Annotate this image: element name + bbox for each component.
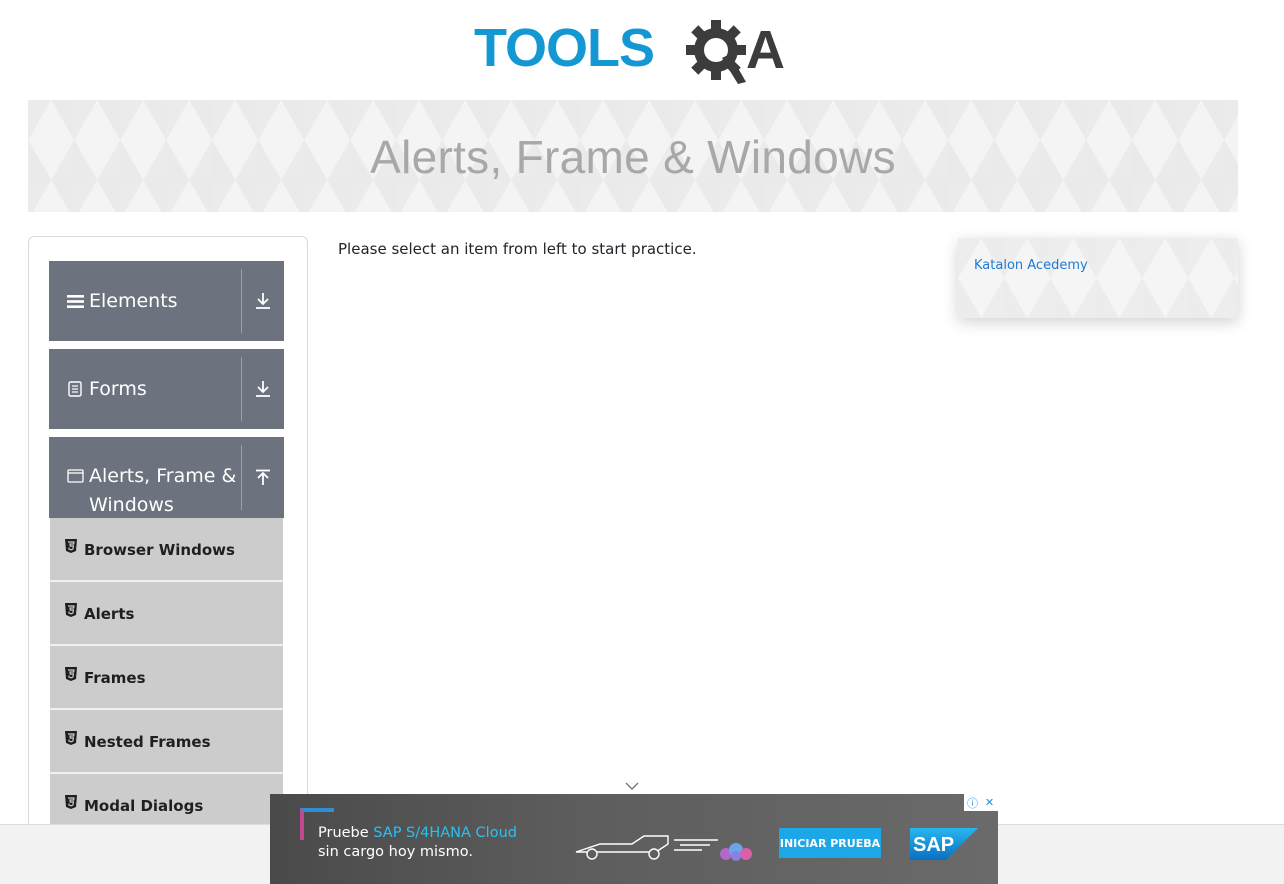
sidebar-group-label: Forms: [89, 377, 147, 400]
chevron-down-icon[interactable]: [624, 780, 640, 792]
html5-icon: [65, 539, 77, 553]
sidebar-item-label: Alerts: [84, 605, 135, 623]
toolsqa-logo[interactable]: TOOLS A: [474, 14, 798, 94]
upload-arrow-icon[interactable]: [242, 437, 284, 518]
sidebar-item-label: Frames: [84, 669, 146, 687]
sidebar-item-label: Modal Dialogs: [84, 797, 204, 815]
gear-icon: [686, 20, 746, 84]
html5-icon: [65, 603, 77, 617]
race-car-icon: [575, 835, 752, 861]
sidebar-group-elements[interactable]: Elements: [49, 261, 284, 341]
ad-headline-product: SAP S/4HANA Cloud: [373, 825, 517, 841]
sap-logo-icon: SAP: [910, 828, 978, 860]
sidebar-item-label: Nested Frames: [84, 733, 211, 751]
sidebar-item-frames[interactable]: Frames: [50, 646, 283, 710]
sidebar-item-browser-windows[interactable]: Browser Windows: [50, 518, 283, 582]
practice-instruction: Please select an item from left to start…: [338, 240, 697, 258]
sidebar-item-nested-frames[interactable]: Nested Frames: [50, 710, 283, 774]
ad-start-trial-button[interactable]: INICIAR PRUEBA: [779, 828, 881, 858]
html5-icon: [65, 667, 77, 681]
page-banner: Alerts, Frame & Windows: [28, 100, 1238, 212]
sidebar-group-forms[interactable]: Forms: [49, 349, 284, 429]
ad-banner[interactable]: Pruebe SAP S/4HANA Cloud sin cargo hoy m…: [270, 794, 998, 884]
menu-bars-icon: [65, 294, 85, 309]
html5-icon: [65, 795, 77, 809]
sap-logo-text: SAP: [913, 834, 954, 856]
ad-controls: ⓘ ✕: [964, 794, 998, 811]
sidebar-panel: Elements Forms Alerts, Frame & Windows B…: [28, 236, 308, 857]
download-arrow-icon[interactable]: [242, 349, 284, 429]
logo-text-tools: TOOLS: [474, 18, 654, 78]
ad-info-icon[interactable]: ⓘ: [964, 794, 981, 811]
window-icon: [65, 469, 85, 483]
sidebar-group-label-line1: Alerts, Frame &: [89, 465, 237, 487]
sidebar-group-label-line2: Windows: [89, 494, 174, 516]
ad-subline: sin cargo hoy mismo.: [318, 844, 473, 860]
sponsor-card: Katalon Acedemy: [958, 238, 1238, 318]
document-icon: [65, 381, 85, 397]
download-arrow-icon[interactable]: [242, 261, 284, 341]
logo-text-a: A: [746, 20, 785, 80]
html5-icon: [65, 731, 77, 745]
toolsqa-logo-graphic: TOOLS A: [474, 18, 785, 84]
sidebar-item-alerts[interactable]: Alerts: [50, 582, 283, 646]
katalon-academy-link[interactable]: Katalon Acedemy: [974, 258, 1088, 273]
sidebar-group-label: Elements: [89, 289, 178, 312]
ad-headline-prefix: Pruebe: [318, 825, 374, 841]
sidebar-group-label: Alerts, Frame & Windows: [89, 462, 236, 520]
ad-headline: Pruebe SAP S/4HANA Cloud: [318, 825, 517, 841]
ad-close-icon[interactable]: ✕: [981, 794, 998, 811]
page-title: Alerts, Frame & Windows: [370, 131, 896, 183]
sidebar-group-alerts-frame-windows[interactable]: Alerts, Frame & Windows: [49, 437, 284, 518]
sidebar-item-label: Browser Windows: [84, 541, 235, 559]
